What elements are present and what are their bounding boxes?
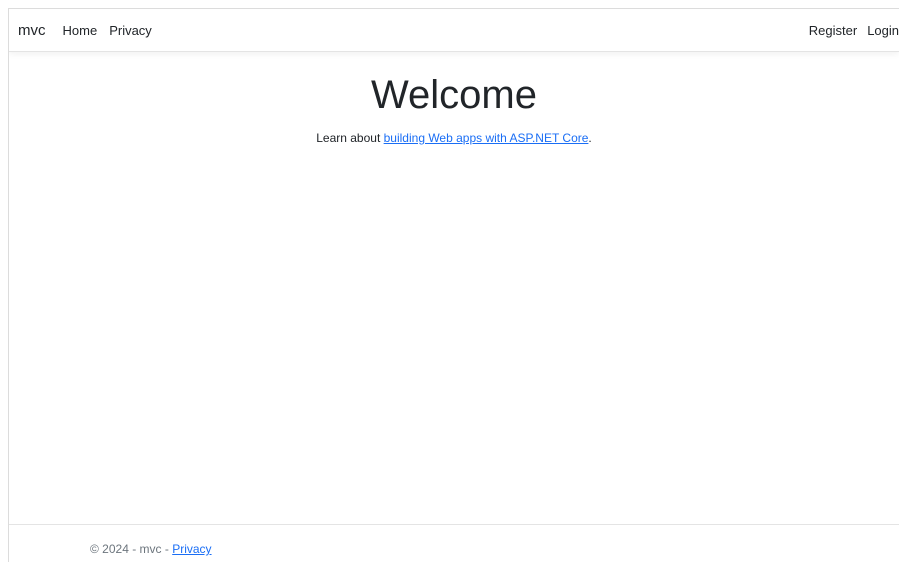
footer-privacy-link[interactable]: Privacy: [172, 542, 211, 556]
brand-link[interactable]: mvc: [18, 22, 46, 39]
footer-text: © 2024 - mvc - Privacy: [90, 542, 212, 556]
nav-link-login[interactable]: Login: [867, 23, 899, 38]
page-title: Welcome: [371, 73, 537, 117]
browser-viewport: mvc Home Privacy Register Login Welcome …: [8, 8, 899, 562]
nav-link-privacy[interactable]: Privacy: [109, 23, 152, 38]
aspnet-docs-link[interactable]: building Web apps with ASP.NET Core: [384, 131, 589, 145]
lead-text: Learn about building Web apps with ASP.N…: [9, 131, 899, 145]
lead-suffix: .: [588, 131, 592, 145]
lead-prefix: Learn about: [316, 131, 384, 145]
nav-link-home[interactable]: Home: [63, 23, 98, 38]
copyright-text: © 2024 - mvc -: [90, 542, 173, 556]
navbar: mvc Home Privacy Register Login: [9, 9, 899, 52]
nav-right-group: Register Login: [799, 23, 899, 38]
main-content: Welcome Learn about building Web apps wi…: [9, 53, 899, 157]
nav-link-register[interactable]: Register: [809, 23, 857, 38]
footer: © 2024 - mvc - Privacy: [9, 524, 899, 562]
